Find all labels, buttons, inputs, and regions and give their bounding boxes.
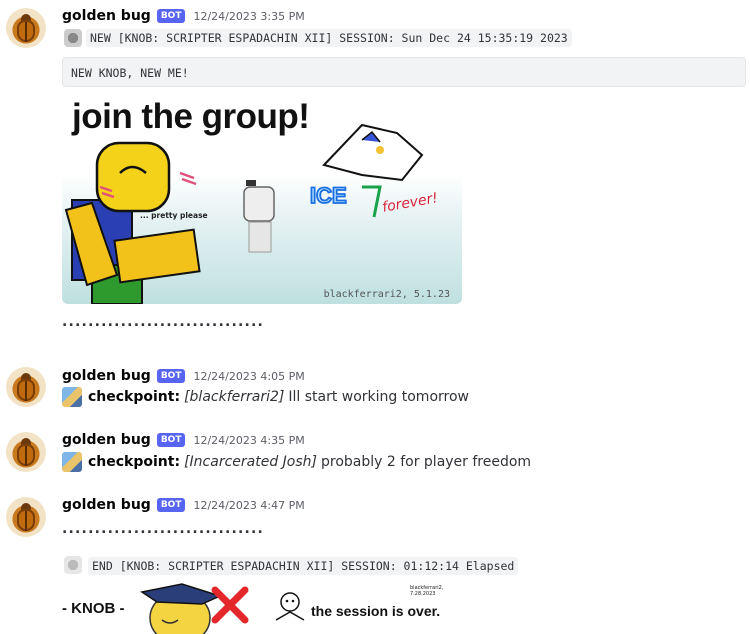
username[interactable]: golden bug (62, 432, 151, 448)
golden-bug-avatar-icon[interactable] (6, 8, 46, 48)
session-over-image[interactable]: - KNOB - the session is over. blackferra… (62, 582, 462, 634)
timestamp[interactable]: 12/24/2023 3:35 PM (193, 10, 304, 23)
bot-badge: BOT (156, 498, 186, 512)
timestamp[interactable]: 12/24/2023 4:05 PM (193, 370, 304, 383)
username[interactable]: golden bug (62, 497, 151, 513)
timestamp[interactable]: 12/24/2023 4:35 PM (193, 434, 304, 447)
checkpoint-author: [Incarcerated Josh] (184, 454, 317, 470)
golden-bug-avatar-icon[interactable] (6, 432, 46, 472)
dots-line: ............................... (62, 521, 265, 537)
bot-badge: BOT (156, 369, 186, 383)
svg-text:ICE: ICE (310, 183, 347, 208)
dots-line: ............................... (62, 314, 265, 330)
bot-badge: BOT (156, 433, 186, 447)
image-credit: blackferrari2, 5.1.23 (323, 289, 450, 300)
session-start-code: NEW [KNOB: SCRIPTER ESPADACHIN XII] SESS… (86, 29, 572, 47)
message-header: golden bug BOT 12/24/2023 4:47 PM (62, 495, 305, 515)
checkpoint-text: Ill start working tomorrow (288, 389, 469, 405)
message-header: golden bug BOT 12/24/2023 4:35 PM (62, 430, 305, 450)
checkpoint-label: checkpoint: (88, 389, 181, 405)
session-end-code: END [KNOB: SCRIPTER ESPADACHIN XII] SESS… (88, 557, 519, 575)
message-header: golden bug BOT 12/24/2023 3:35 PM (62, 6, 305, 26)
username[interactable]: golden bug (62, 8, 151, 24)
checkpoint-line: checkpoint: [blackferrari2] Ill start wo… (62, 387, 469, 407)
checkpoint-icon (62, 452, 82, 472)
message-header: golden bug BOT 12/24/2023 4:05 PM (62, 366, 305, 386)
image-credit: blackferrari2, 7.28.2023 (410, 585, 444, 597)
username[interactable]: golden bug (62, 368, 151, 384)
golden-bug-avatar-icon[interactable] (6, 367, 46, 407)
checkpoint-label: checkpoint: (88, 454, 181, 470)
checkpoint-text: probably 2 for player freedom (320, 454, 532, 470)
checkpoint-author: [blackferrari2] (184, 389, 285, 405)
bot-badge: BOT (156, 9, 186, 23)
timestamp[interactable]: 12/24/2023 4:47 PM (193, 499, 304, 512)
pretty-please-caption: ... pretty please (140, 211, 208, 220)
join-the-group-image[interactable]: join the group! ICE ... pretty please fo… (62, 95, 462, 304)
code-block: NEW KNOB, NEW ME! (62, 57, 746, 87)
knob-head-icon (64, 556, 82, 574)
golden-bug-avatar-icon[interactable] (6, 497, 46, 537)
checkpoint-line: checkpoint: [Incarcerated Josh] probably… (62, 452, 531, 472)
session-over-text: the session is over. (311, 603, 441, 619)
knob-head-icon (64, 29, 82, 47)
checkpoint-icon (62, 387, 82, 407)
